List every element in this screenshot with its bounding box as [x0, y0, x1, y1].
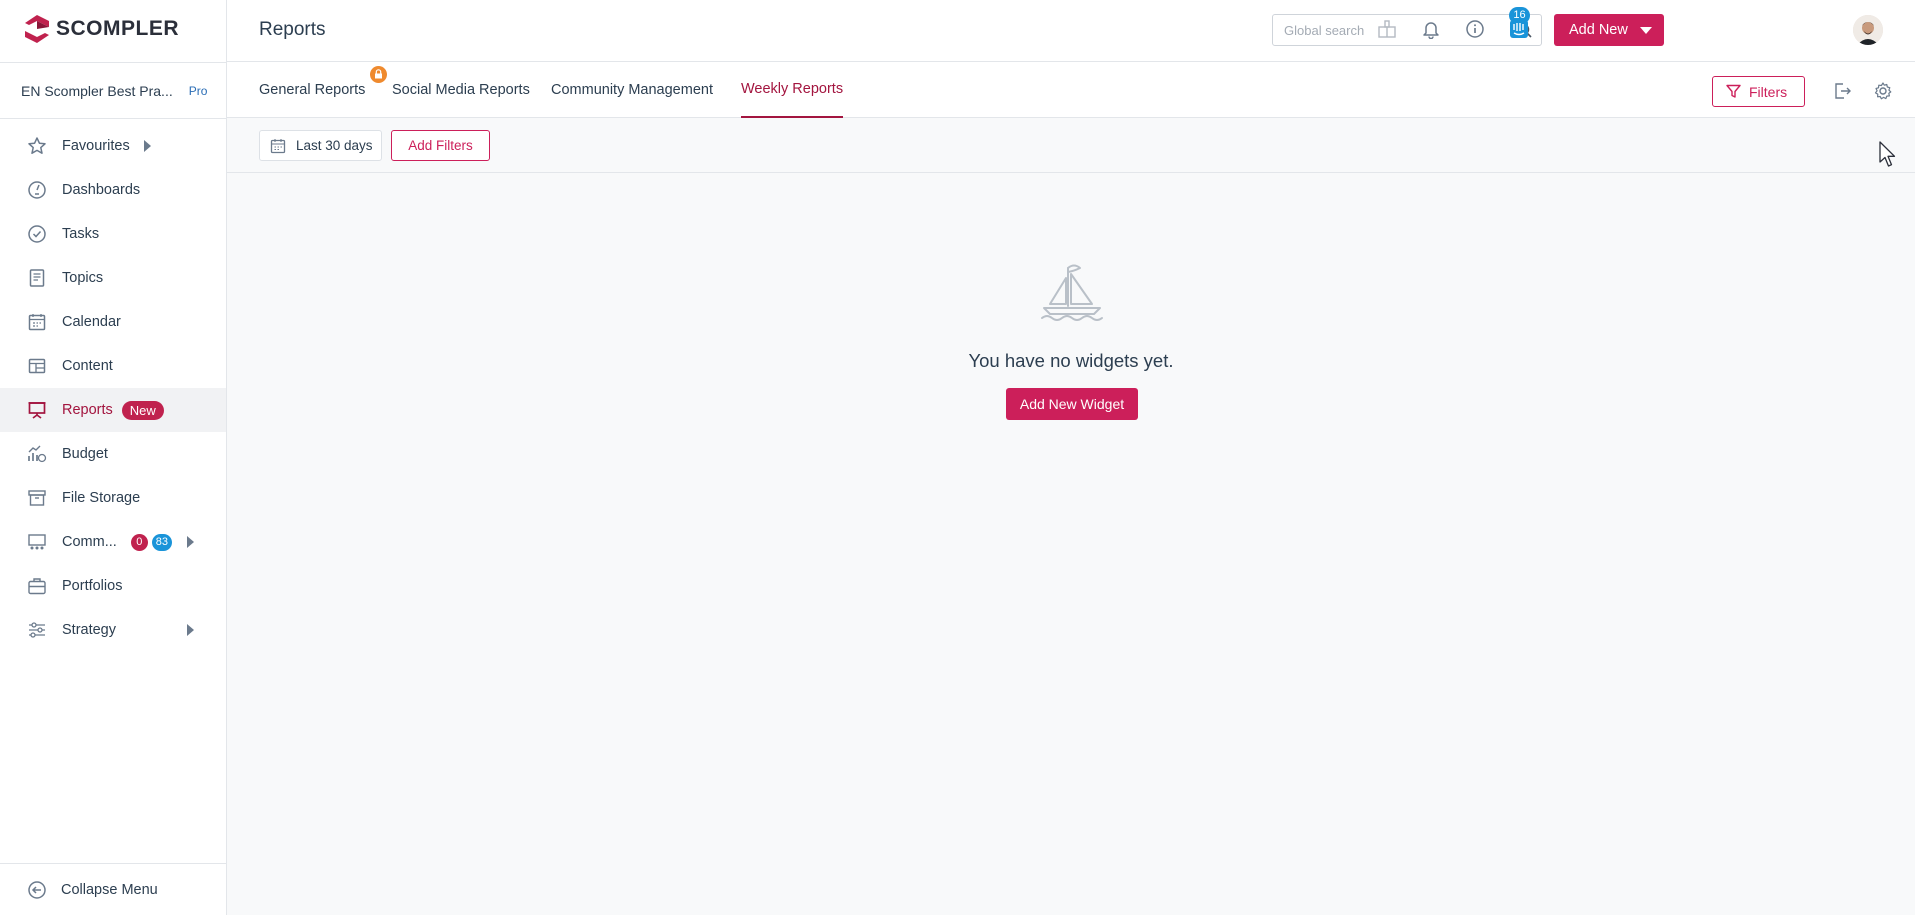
- sidebar-item-dashboards[interactable]: Dashboards: [0, 168, 226, 212]
- tab-label: General Reports: [259, 82, 366, 98]
- global-search[interactable]: [1272, 14, 1542, 46]
- sidebar-item-label: Tasks: [62, 226, 100, 242]
- filters-button[interactable]: Filters: [1712, 76, 1805, 107]
- sidebar-item-budget[interactable]: Budget: [0, 432, 226, 476]
- info-icon[interactable]: [1465, 19, 1485, 39]
- check-circle-icon: [28, 225, 46, 243]
- new-badge: New: [121, 400, 164, 420]
- archive-icon: [28, 490, 46, 506]
- table-icon: [28, 358, 46, 374]
- workspace-name: EN Scompler Best Pra...: [21, 82, 173, 99]
- sidebar-item-reports[interactable]: Reports New: [0, 388, 226, 432]
- community-blue-count: 83: [151, 533, 173, 551]
- date-range-button[interactable]: Last 30 days: [259, 130, 382, 161]
- lock-icon: [375, 69, 382, 79]
- sidebar-item-tasks[interactable]: Tasks: [0, 212, 226, 256]
- add-new-button[interactable]: Add New: [1554, 14, 1664, 46]
- lock-badge: [370, 66, 387, 83]
- sidebar-item-label: Favourites: [62, 138, 130, 154]
- expand-caret-icon[interactable]: [144, 140, 151, 152]
- mouse-cursor-icon: [1879, 141, 1896, 167]
- sidebar: SCOMPLER EN Scompler Best Pra... Pro Fav…: [0, 0, 227, 915]
- date-range-label: Last 30 days: [296, 138, 373, 153]
- sidebar-item-label: Budget: [62, 446, 108, 462]
- star-icon: [28, 137, 46, 154]
- tab-label: Community Management: [551, 82, 713, 98]
- sidebar-item-label: Comm...: [62, 534, 117, 550]
- sidebar-item-strategy[interactable]: Strategy: [0, 608, 226, 652]
- logo[interactable]: SCOMPLER: [24, 14, 179, 44]
- workspace-plan: Pro: [188, 83, 208, 98]
- sidebar-item-favourites[interactable]: Favourites: [0, 124, 226, 168]
- add-filters-label: Add Filters: [408, 138, 473, 153]
- bell-icon[interactable]: [1421, 19, 1441, 39]
- presentation-icon: [28, 402, 46, 419]
- filter-bar: Last 30 days Add Filters: [227, 118, 1915, 173]
- brand-name: SCOMPLER: [56, 17, 180, 40]
- sidebar-nav: Favourites Dashboards Tasks Topics Calen…: [0, 124, 226, 652]
- filters-label: Filters: [1749, 83, 1788, 100]
- add-filters-button[interactable]: Add Filters: [391, 130, 490, 161]
- community-icon: [28, 534, 46, 550]
- briefcase-icon: [28, 578, 46, 595]
- calendar-icon: [270, 138, 286, 153]
- budget-chart-icon: [28, 445, 47, 463]
- gauge-icon: [28, 181, 46, 199]
- sidebar-item-label: Content: [62, 358, 113, 374]
- document-icon: [29, 269, 45, 287]
- collapse-menu-button[interactable]: Collapse Menu: [0, 863, 226, 915]
- user-avatar[interactable]: [1853, 15, 1883, 45]
- add-new-widget-button[interactable]: Add New Widget: [1006, 388, 1138, 420]
- tab-general-reports[interactable]: General Reports: [259, 62, 365, 118]
- workspace-selector[interactable]: EN Scompler Best Pra... Pro: [0, 62, 226, 119]
- sidebar-item-label: Dashboards: [62, 182, 141, 198]
- community-red-count: 0: [130, 533, 148, 551]
- avatar-image: [1853, 15, 1883, 45]
- tab-weekly-reports[interactable]: Weekly Reports: [741, 62, 844, 118]
- tab-label: Social Media Reports: [392, 82, 530, 98]
- add-new-label: Add New: [1569, 22, 1628, 38]
- sidebar-item-label: Reports: [62, 402, 113, 418]
- tab-label: Weekly Reports: [741, 81, 844, 97]
- onboarding-icon[interactable]: [1377, 19, 1397, 39]
- add-new-widget-label: Add New Widget: [1019, 396, 1125, 412]
- sailboat-icon: [1041, 264, 1103, 321]
- top-header: Reports Add New 16: [227, 0, 1915, 62]
- sidebar-item-label: File Storage: [62, 490, 141, 506]
- sidebar-item-label: Topics: [62, 270, 104, 286]
- sidebar-item-label: Portfolios: [62, 578, 123, 594]
- sidebar-item-file-storage[interactable]: File Storage: [0, 476, 226, 520]
- chevron-down-icon: [1639, 26, 1652, 34]
- tab-community-management[interactable]: Community Management: [551, 62, 713, 118]
- calendar-icon: [28, 314, 46, 331]
- collapse-menu-label: Collapse Menu: [61, 881, 158, 898]
- intercom-icon[interactable]: [1509, 19, 1529, 39]
- report-tabs: General Reports Social Media Reports Com…: [227, 62, 1915, 118]
- sidebar-item-label: Calendar: [62, 314, 121, 330]
- sidebar-item-topics[interactable]: Topics: [0, 256, 226, 300]
- expand-caret-icon[interactable]: [187, 536, 194, 548]
- scompler-logo-icon: [25, 15, 49, 43]
- page-title: Reports: [259, 19, 326, 40]
- expand-caret-icon[interactable]: [187, 624, 194, 636]
- empty-state-message: You have no widgets yet.: [968, 350, 1174, 371]
- sliders-icon: [29, 622, 45, 638]
- export-icon[interactable]: [1832, 81, 1852, 101]
- sidebar-item-portfolios[interactable]: Portfolios: [0, 564, 226, 608]
- arrow-left-circle-icon: [28, 880, 46, 899]
- gear-icon[interactable]: [1873, 81, 1893, 101]
- sidebar-item-label: Strategy: [62, 622, 116, 638]
- sidebar-item-calendar[interactable]: Calendar: [0, 300, 226, 344]
- filter-icon: [1726, 84, 1741, 98]
- tab-social-media-reports[interactable]: Social Media Reports: [392, 62, 530, 118]
- sidebar-item-community[interactable]: Comm... 0 83: [0, 520, 226, 564]
- sidebar-item-content[interactable]: Content: [0, 344, 226, 388]
